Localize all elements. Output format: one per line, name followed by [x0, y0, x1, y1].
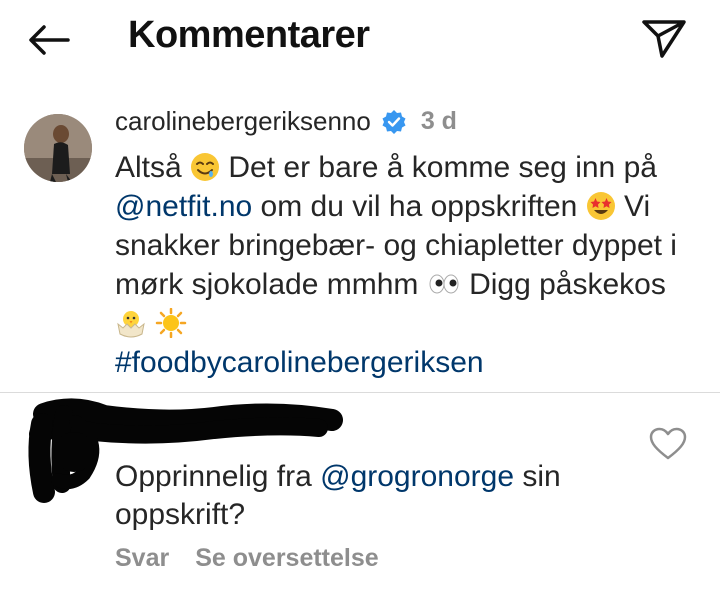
comment-text-part: om du vil ha oppskriften	[252, 190, 578, 223]
mention-link[interactable]: @grogronorge	[320, 460, 514, 493]
star-struck-emoji	[586, 192, 615, 220]
paper-plane-icon[interactable]	[640, 16, 688, 60]
comment-header: carolinebergeriksenno 3 d	[115, 106, 457, 137]
comment-text-part: Altså	[115, 151, 182, 184]
divider	[0, 392, 720, 393]
verified-badge-icon	[382, 109, 406, 134]
username[interactable]: carolinebergeriksenno	[115, 106, 371, 137]
heart-outline-icon[interactable]	[648, 426, 688, 462]
comment-text-part: Opprinnelig fra	[115, 460, 321, 493]
comment-text-part: Det er bare å komme seg inn på	[220, 151, 657, 184]
sun-emoji	[156, 308, 187, 338]
page-title: Kommentarer	[128, 14, 370, 56]
mention-link[interactable]: @netfit.no	[115, 190, 252, 223]
header: Kommentarer	[0, 0, 720, 80]
drooling-face-emoji	[191, 153, 220, 181]
comment-text: Opprinnelig fra @grogronorge sin oppskri…	[115, 458, 635, 534]
avatar[interactable]	[24, 114, 92, 182]
eyes-emoji	[429, 274, 459, 294]
timestamp: 3 d	[420, 107, 457, 135]
arrow-left-icon[interactable]	[24, 20, 72, 60]
hashtag-link[interactable]: #foodbycarolinebergeriksen	[115, 346, 484, 379]
comment-text: Altså Det er bare å komme seg inn på @ne…	[115, 148, 695, 382]
hatching-chick-emoji	[117, 311, 145, 338]
reply-button[interactable]: Svar	[115, 544, 169, 572]
translate-button[interactable]: Se oversettelse	[195, 544, 378, 572]
comment-text-part: Digg påskekos	[460, 268, 666, 301]
comment-actions: Svar Se oversettelse	[115, 544, 379, 573]
